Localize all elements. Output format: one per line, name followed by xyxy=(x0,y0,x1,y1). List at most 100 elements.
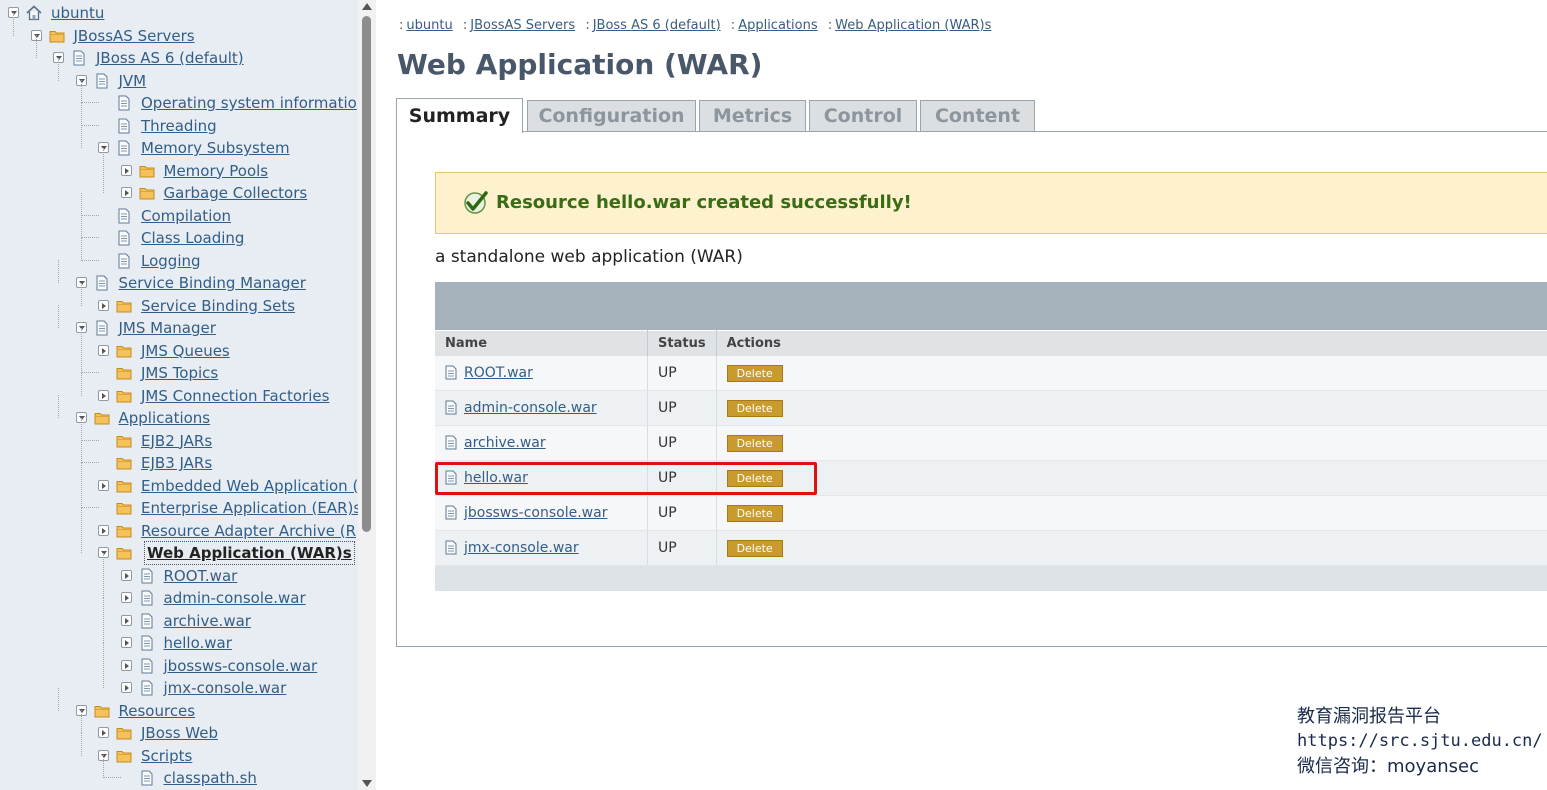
tree-node-label[interactable]: jmx-console.war xyxy=(164,677,287,699)
tree-node-label[interactable]: Garbage Collectors xyxy=(164,182,308,204)
tree-node-label[interactable]: JBossAS Servers xyxy=(74,25,195,47)
tree-node-label[interactable]: jbossws-console.war xyxy=(164,655,318,677)
scroll-up-icon[interactable] xyxy=(362,3,372,10)
tree-node-label[interactable]: JMS Queues xyxy=(141,340,230,362)
tab-content[interactable]: Content xyxy=(920,100,1035,132)
document-icon xyxy=(94,73,110,89)
tree-node-label[interactable]: Threading xyxy=(141,115,217,137)
expand-toggle-icon[interactable] xyxy=(98,479,109,491)
document-icon xyxy=(445,540,457,555)
expand-toggle-icon[interactable] xyxy=(120,164,132,176)
tree-guide-line xyxy=(80,124,99,126)
tree-node-label[interactable]: JVM xyxy=(119,70,147,92)
tab-control[interactable]: Control xyxy=(809,100,917,132)
watermark: 教育漏洞报告平台 https://src.sjtu.edu.cn/ 微信咨询：m… xyxy=(1297,704,1543,779)
delete-button[interactable]: Delete xyxy=(726,364,783,382)
tree-node-label[interactable]: JMS Connection Factories xyxy=(141,385,329,407)
table-footer xyxy=(435,566,1547,591)
delete-button[interactable]: Delete xyxy=(726,504,783,522)
delete-button[interactable]: Delete xyxy=(726,469,783,487)
expand-toggle-icon[interactable] xyxy=(98,299,109,311)
tree-node-label[interactable]: Memory Pools xyxy=(164,160,269,182)
tree-node-label[interactable]: EJB2 JARs xyxy=(141,430,212,452)
resource-link[interactable]: archive.war xyxy=(464,435,546,451)
tree-node-label[interactable]: Service Binding Sets xyxy=(141,295,295,317)
scroll-down-icon[interactable] xyxy=(362,780,372,787)
tree-node-label[interactable]: Resources xyxy=(119,700,196,722)
expand-toggle-icon[interactable] xyxy=(120,592,132,603)
expand-toggle-icon[interactable] xyxy=(98,389,109,401)
resource-link[interactable]: hello.war xyxy=(464,470,528,486)
expand-toggle-icon[interactable] xyxy=(98,524,109,536)
tree-guide-line xyxy=(103,597,104,621)
breadcrumb-applications[interactable]: Applications xyxy=(738,18,817,33)
column-header-status[interactable]: Status xyxy=(647,330,717,356)
document-icon xyxy=(116,230,132,246)
resource-link[interactable]: jbossws-console.war xyxy=(464,505,607,521)
tab-configuration[interactable]: Configuration xyxy=(527,100,696,132)
tree-node-label[interactable]: Service Binding Manager xyxy=(119,272,306,294)
tree-node-label[interactable]: Class Loading xyxy=(141,227,244,249)
expand-toggle-icon[interactable] xyxy=(120,614,132,626)
tree-guide-line xyxy=(80,102,82,126)
tree-node-label[interactable]: ubuntu xyxy=(51,2,104,24)
resource-link[interactable]: ROOT.war xyxy=(464,365,533,381)
tree-node-label[interactable]: Compilation xyxy=(141,205,231,227)
breadcrumb-jbossas-servers[interactable]: JBossAS Servers xyxy=(470,18,575,33)
expand-toggle-icon[interactable] xyxy=(120,659,132,671)
page-title: Web Application (WAR) xyxy=(397,48,763,81)
tree-scrollbar[interactable] xyxy=(358,0,376,790)
tree-guide-line xyxy=(80,237,99,238)
breadcrumb-ubuntu[interactable]: ubuntu xyxy=(406,18,452,33)
tree-guide-line xyxy=(58,687,59,711)
tab-summary[interactable]: Summary xyxy=(396,98,523,133)
tree-node-label[interactable]: hello.war xyxy=(164,632,232,654)
expand-toggle-icon[interactable] xyxy=(98,727,109,738)
tree-node-label[interactable]: Enterprise Application (EAR)s xyxy=(141,497,358,519)
tree-guide-line xyxy=(80,214,99,216)
tree-guide-line xyxy=(80,215,82,238)
breadcrumb-jboss-as-6[interactable]: JBoss AS 6 (default) xyxy=(593,18,721,33)
tree-node-label[interactable]: Embedded Web Application ( xyxy=(141,475,358,497)
delete-button[interactable]: Delete xyxy=(726,399,783,417)
expand-toggle-icon[interactable] xyxy=(120,569,132,581)
tree-node-label[interactable]: admin-console.war xyxy=(164,587,306,609)
tree-node-label[interactable]: archive.war xyxy=(164,610,251,632)
column-header-name[interactable]: Name xyxy=(435,330,648,356)
tree-node-label[interactable]: JMS Manager xyxy=(119,317,216,339)
tree-node-label[interactable]: ROOT.war xyxy=(164,565,238,587)
tree-guide-line xyxy=(80,372,82,396)
table-banner xyxy=(435,282,1547,330)
folder-icon xyxy=(116,523,132,539)
breadcrumb-web-application-wars[interactable]: Web Application (WAR)s xyxy=(835,18,991,33)
scroll-thumb[interactable] xyxy=(362,16,371,532)
tree-node-label[interactable]: Web Application (WAR)s xyxy=(144,541,355,565)
tree-guide-line xyxy=(80,327,82,351)
tree-node-label[interactable]: Resource Adapter Archive (R xyxy=(141,520,356,542)
expand-toggle-icon[interactable] xyxy=(120,637,132,648)
tree-guide-line xyxy=(80,439,99,441)
cell-name: admin-console.war xyxy=(435,390,648,426)
expand-toggle-icon[interactable] xyxy=(98,344,109,356)
expand-toggle-icon[interactable] xyxy=(120,187,132,198)
watermark-line-3: 微信咨询：moyansec xyxy=(1297,756,1479,777)
tree-node-label[interactable]: classpath.sh xyxy=(164,767,257,789)
resource-link[interactable]: jmx-console.war xyxy=(464,540,579,556)
tree-node-label[interactable]: Scripts xyxy=(141,745,192,767)
document-icon xyxy=(445,435,457,450)
tree-node-label[interactable]: Logging xyxy=(141,250,201,272)
tree-node-label[interactable]: Operating system informatio xyxy=(141,92,357,114)
tree-node-label[interactable]: Applications xyxy=(119,407,211,429)
tree-node-label[interactable]: JBoss AS 6 (default) xyxy=(96,47,244,69)
tree-node-label[interactable]: JBoss Web xyxy=(141,722,218,744)
expand-toggle-icon[interactable] xyxy=(120,682,132,693)
tab-metrics[interactable]: Metrics xyxy=(699,100,806,132)
delete-button[interactable]: Delete xyxy=(726,434,783,452)
tree-node-label[interactable]: JMS Topics xyxy=(141,362,218,384)
tree-node-label[interactable]: Memory Subsystem xyxy=(141,137,290,159)
cell-actions: Delete xyxy=(716,495,1547,531)
tree-node-label[interactable]: EJB3 JARs xyxy=(141,452,212,474)
document-icon xyxy=(445,470,457,485)
resource-link[interactable]: admin-console.war xyxy=(464,400,597,416)
delete-button[interactable]: Delete xyxy=(726,539,783,557)
